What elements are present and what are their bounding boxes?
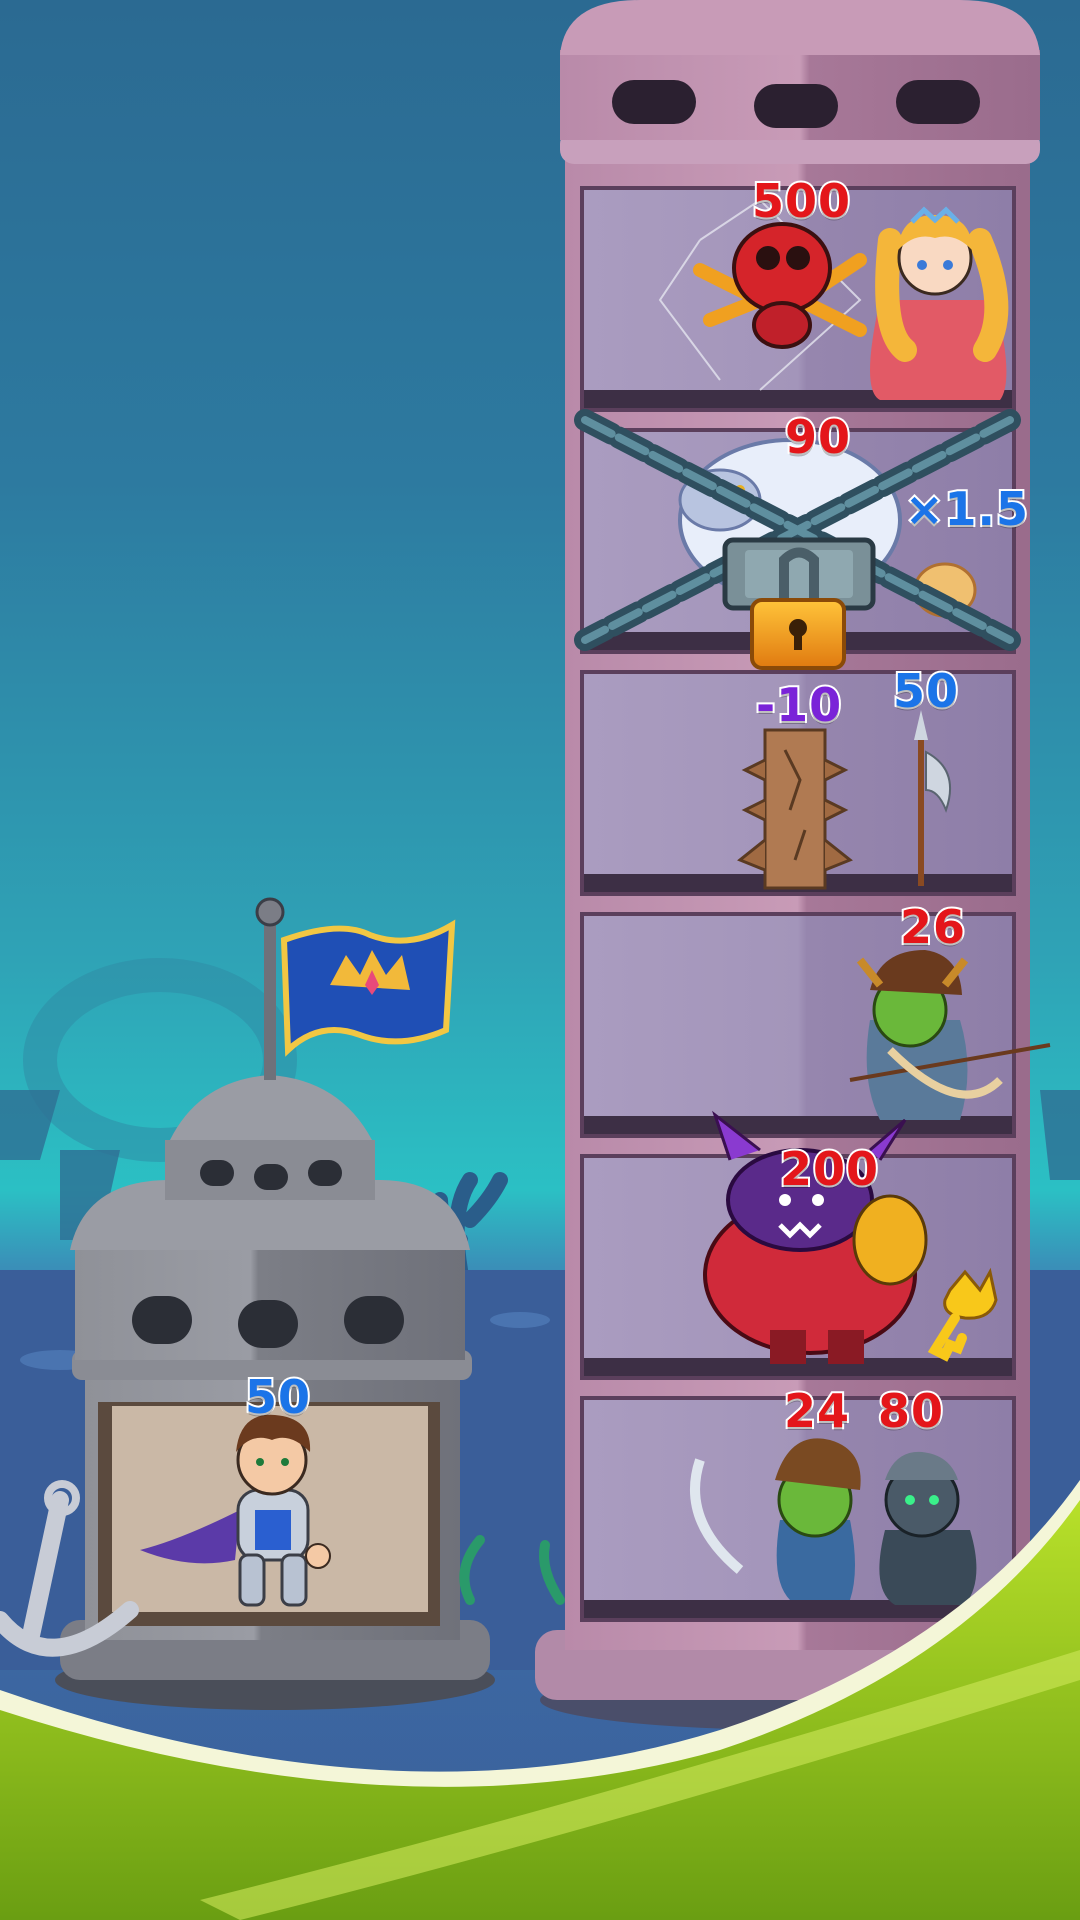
game-scene: 50 500 90 ×1.5 -10 50 26 200 24 80: [0, 0, 1080, 1920]
trap-power-label: -10: [754, 678, 843, 732]
yeti-power-label: 90: [783, 410, 852, 464]
crown-flag-icon: [280, 919, 456, 1057]
spider-power-label: 500: [750, 174, 852, 228]
halberd-power-label: 50: [891, 664, 960, 718]
goblin-swordsman-power-label: 24: [782, 1384, 851, 1438]
hero-power-label: 50: [243, 1370, 312, 1424]
multiplier-value: 1.5: [943, 482, 1030, 536]
goblin-archer-power-label: 26: [898, 900, 967, 954]
scene-art: [0, 0, 1080, 1920]
demon-power-label: 200: [778, 1142, 880, 1196]
undead-power-label: 80: [876, 1384, 945, 1438]
princess[interactable]: [870, 206, 1009, 400]
multiplier-label: ×1.5: [903, 482, 1030, 536]
